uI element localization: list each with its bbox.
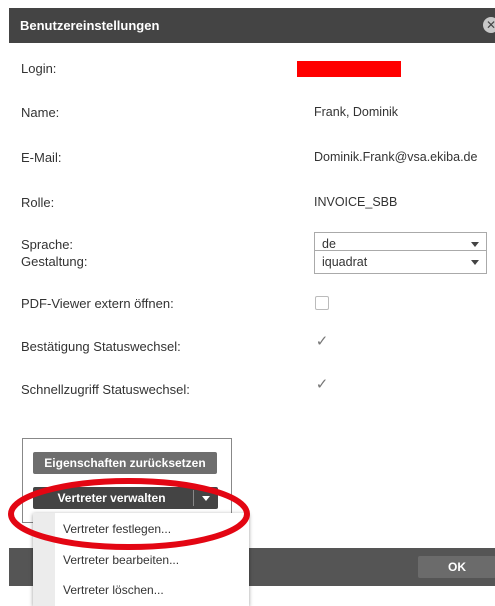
quick-access-checkbox[interactable]: ✓ (315, 376, 329, 393)
actions-groupbox (22, 438, 232, 523)
language-select-value: de (322, 237, 336, 251)
status-confirm-checkbox[interactable]: ✓ (315, 333, 329, 350)
manage-proxies-split-button[interactable]: Vertreter verwalten (33, 487, 218, 509)
role-value: INVOICE_SBB (314, 195, 398, 209)
theme-select[interactable]: iquadrat (314, 250, 487, 274)
login-value-redaction (297, 61, 401, 77)
close-icon[interactable]: ✕ (483, 17, 495, 33)
pdf-viewer-checkbox[interactable] (315, 296, 329, 310)
chevron-down-icon (471, 260, 479, 265)
manage-proxies-button[interactable]: Vertreter verwalten (33, 487, 190, 509)
split-divider (193, 490, 194, 506)
theme-select-value: iquadrat (322, 255, 368, 269)
dialog-title: Benutzereinstellungen (20, 18, 160, 33)
checkmark-icon: ✓ (315, 333, 329, 350)
proxies-dropdown-menu: Vertreter festlegen... Vertreter bearbei… (33, 513, 249, 606)
name-label: Name: (21, 105, 60, 120)
reset-properties-button[interactable]: Eigenschaften zurücksetzen (33, 452, 217, 474)
chevron-down-icon[interactable] (195, 487, 218, 509)
chevron-down-icon (471, 242, 479, 247)
checkmark-icon: ✓ (315, 376, 329, 393)
ok-button[interactable]: OK (418, 556, 495, 578)
status-confirm-label: Bestätigung Statuswechsel: (21, 339, 181, 354)
menu-item-edit-proxy[interactable]: Vertreter bearbeiten... (63, 553, 179, 567)
pdf-viewer-label: PDF-Viewer extern öffnen: (21, 296, 174, 311)
language-label: Sprache: (21, 237, 74, 252)
email-value: Dominik.Frank@vsa.ekiba.de (314, 150, 478, 164)
email-label: E-Mail: (21, 150, 62, 165)
menu-item-delete-proxy[interactable]: Vertreter löschen... (63, 583, 164, 597)
role-label: Rolle: (21, 195, 55, 210)
theme-label: Gestaltung: (21, 254, 88, 269)
dialog-titlebar: Benutzereinstellungen ✕ (9, 8, 495, 43)
menu-item-set-proxy[interactable]: Vertreter festlegen... (63, 522, 171, 536)
quick-access-label: Schnellzugriff Statuswechsel: (21, 382, 190, 397)
name-value: Frank, Dominik (314, 105, 399, 119)
menu-icon-stripe (33, 513, 55, 606)
login-label: Login: (21, 61, 57, 76)
